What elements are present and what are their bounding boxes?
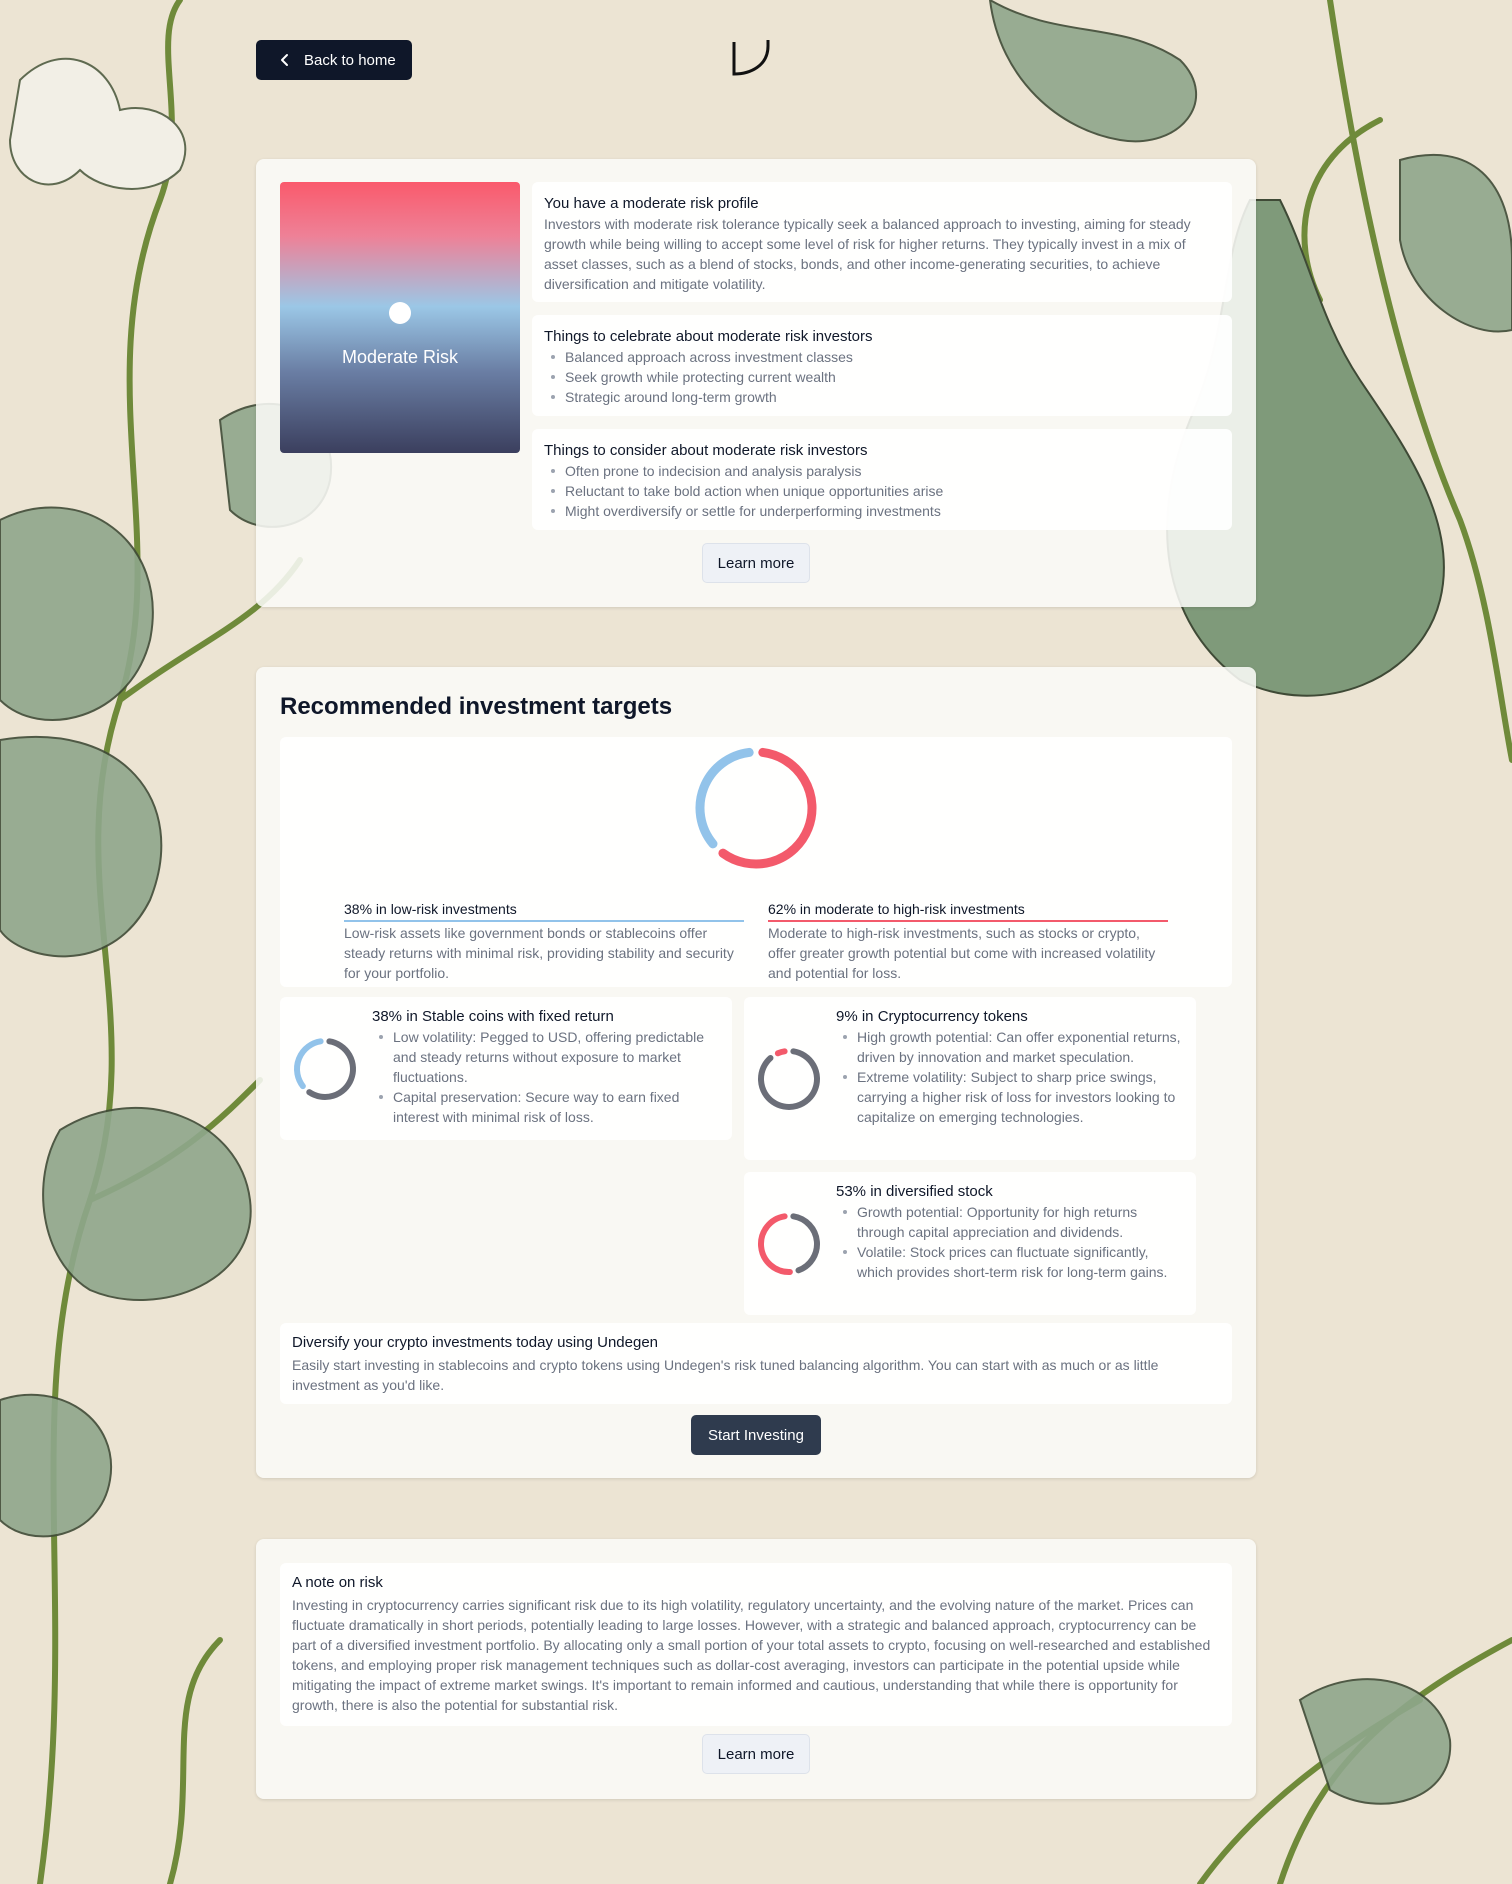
- consider-panel: Things to consider about moderate risk i…: [532, 429, 1232, 530]
- list-item: Reluctant to take bold action when uniqu…: [544, 481, 1220, 501]
- low-risk-split-text: Low-risk assets like government bonds or…: [344, 925, 734, 981]
- donut-slice: [695, 747, 754, 849]
- allocation-split-panel: 38% in low-risk investments Low-risk ass…: [280, 737, 1232, 987]
- list-item: Often prone to indecision and analysis p…: [544, 461, 1220, 481]
- cta-title: Diversify your crypto investments today …: [292, 1334, 659, 1351]
- list-item: Seek growth while protecting current wea…: [544, 367, 1220, 387]
- learn-more-button[interactable]: Learn more: [702, 1734, 810, 1774]
- undegen-logo-icon[interactable]: [732, 36, 774, 80]
- list-item: Extreme volatility: Subject to sharp pri…: [836, 1067, 1186, 1127]
- donut-slice: [306, 1038, 356, 1100]
- stock-title: 53% in diversified stock: [836, 1183, 993, 1200]
- list-item: Might overdiversify or settle for underp…: [544, 501, 1220, 521]
- risk-indicator-dot: [389, 302, 411, 324]
- list-item: High growth potential: Can offer exponen…: [836, 1027, 1186, 1067]
- risk-profile-label: Moderate Risk: [341, 347, 459, 367]
- allocation-stock-panel: 53% in diversified stock Growth potentia…: [744, 1172, 1196, 1315]
- back-to-home-label: Back to home: [304, 51, 396, 69]
- donut-slice: [758, 1048, 820, 1110]
- list-item: Growth potential: Opportunity for high r…: [836, 1202, 1186, 1242]
- list-item: Balanced approach across investment clas…: [544, 347, 1220, 367]
- high-risk-split-title: 62% in moderate to high-risk investments: [768, 901, 1168, 922]
- risk-note-title: A note on risk: [292, 1574, 383, 1591]
- risk-profile-badge: Moderate Risk: [280, 182, 520, 453]
- celebrate-title: Things to celebrate about moderate risk …: [544, 328, 873, 345]
- start-investing-button[interactable]: Start Investing: [691, 1415, 821, 1455]
- list-item: Capital preservation: Secure way to earn…: [372, 1087, 722, 1127]
- celebrate-panel: Things to celebrate about moderate risk …: [532, 315, 1232, 416]
- crypto-title: 9% in Cryptocurrency tokens: [836, 1008, 1028, 1025]
- stock-list: Growth potential: Opportunity for high r…: [836, 1202, 1186, 1282]
- stablecoins-list: Low volatility: Pegged to USD, offering …: [372, 1027, 722, 1127]
- list-item: Volatile: Stock prices can fluctuate sig…: [836, 1242, 1186, 1282]
- donut-slice: [758, 1213, 793, 1275]
- risk-summary-panel: You have a moderate risk profile Investo…: [532, 182, 1232, 302]
- risk-profile-card: Moderate Risk You have a moderate risk p…: [256, 159, 1256, 607]
- donut-slice: [718, 747, 817, 869]
- investment-targets-card: Recommended investment targets 38% in lo…: [256, 667, 1256, 1478]
- stablecoins-title: 38% in Stable coins with fixed return: [372, 1008, 614, 1025]
- allocation-donut-chart: [695, 747, 817, 869]
- list-item: Low volatility: Pegged to USD, offering …: [372, 1027, 722, 1087]
- donut-slice: [790, 1213, 820, 1274]
- allocation-crypto-panel: 9% in Cryptocurrency tokens High growth …: [744, 997, 1196, 1160]
- risk-note-text: Investing in cryptocurrency carries sign…: [292, 1597, 1211, 1713]
- celebrate-list: Balanced approach across investment clas…: [544, 347, 1220, 407]
- donut-slice: [774, 1048, 788, 1057]
- chevron-left-icon: [281, 54, 288, 66]
- cta-panel: Diversify your crypto investments today …: [280, 1323, 1232, 1404]
- targets-heading: Recommended investment targets: [280, 693, 673, 720]
- learn-more-button[interactable]: Learn more: [702, 543, 810, 583]
- risk-note-card: A note on risk Investing in cryptocurren…: [256, 1539, 1256, 1799]
- high-risk-split-text: Moderate to high-risk investments, such …: [768, 925, 1156, 981]
- consider-list: Often prone to indecision and analysis p…: [544, 461, 1220, 521]
- consider-title: Things to consider about moderate risk i…: [544, 442, 868, 459]
- stock-donut-chart: [758, 1213, 820, 1275]
- risk-summary-text: Investors with moderate risk tolerance t…: [544, 216, 1191, 292]
- risk-summary-title: You have a moderate risk profile: [544, 195, 759, 212]
- crypto-list: High growth potential: Can offer exponen…: [836, 1027, 1186, 1127]
- cta-text: Easily start investing in stablecoins an…: [292, 1357, 1159, 1393]
- crypto-donut-chart: [758, 1048, 820, 1110]
- stablecoins-donut-chart: [294, 1038, 356, 1100]
- list-item: Strategic around long-term growth: [544, 387, 1220, 407]
- allocation-stablecoins-panel: 38% in Stable coins with fixed return Lo…: [280, 997, 732, 1140]
- donut-slice: [294, 1038, 324, 1090]
- back-to-home-button[interactable]: Back to home: [256, 40, 412, 80]
- low-risk-split-title: 38% in low-risk investments: [344, 901, 744, 922]
- risk-note-panel: A note on risk Investing in cryptocurren…: [280, 1563, 1232, 1726]
